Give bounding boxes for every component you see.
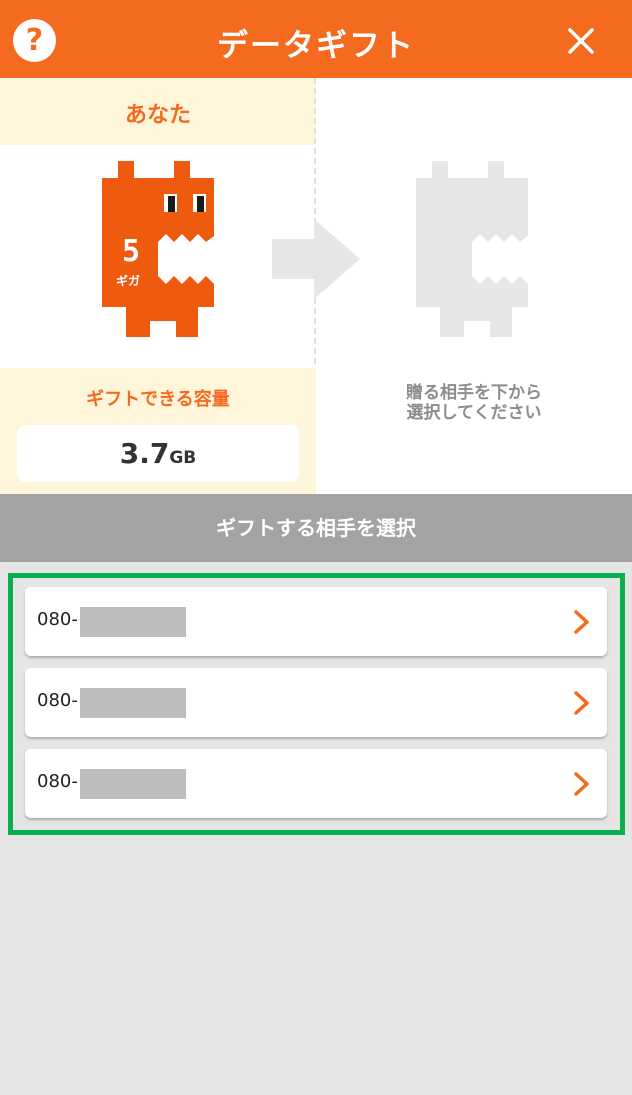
capacity-label: ギフトできる容量 (86, 389, 230, 410)
giga-character-icon: 5 ギガ (102, 161, 214, 337)
recipient-hint: 贈る相手を下から 選択してください (316, 383, 632, 423)
recipient-row-1[interactable]: 080- (25, 587, 607, 656)
recipient-number: 080- (37, 771, 78, 792)
page-title: データギフト (217, 28, 415, 64)
capacity-number: 3.7 (119, 437, 170, 470)
redacted-number-mask (80, 688, 186, 718)
recipient-number: 080- (37, 609, 78, 630)
recipient-row-3[interactable]: 080- (25, 749, 607, 818)
recipient-placeholder-icon (416, 161, 528, 337)
recipient-row-2[interactable]: 080- (25, 668, 607, 737)
character-number: 5 (122, 234, 140, 269)
you-label-area: あなた (0, 78, 316, 145)
redacted-number-mask (80, 769, 186, 799)
chevron-right-icon (574, 610, 589, 634)
close-icon[interactable] (561, 21, 601, 61)
you-label: あなた (124, 103, 191, 128)
capacity-box: ギフトできる容量 3.7GB (0, 368, 316, 494)
capacity-unit: GB (169, 448, 197, 468)
recipient-hint-line2: 選択してください (406, 403, 542, 423)
chevron-right-icon (574, 691, 589, 715)
gift-panel: あなた 5 ギガ ギフトできる容量 3.7GB 贈る相手を下から 選択してくださ… (0, 78, 632, 494)
character-text: ギガ (116, 273, 140, 288)
arrow-right-icon (272, 219, 360, 299)
recipient-number: 080- (37, 690, 78, 711)
chevron-right-icon (574, 772, 589, 796)
app-header: ? データギフト (0, 0, 632, 78)
recipient-hint-line1: 贈る相手を下から (406, 383, 542, 403)
redacted-number-mask (80, 607, 186, 637)
section-header: ギフトする相手を選択 (0, 494, 632, 562)
capacity-value: 3.7GB (17, 425, 299, 482)
